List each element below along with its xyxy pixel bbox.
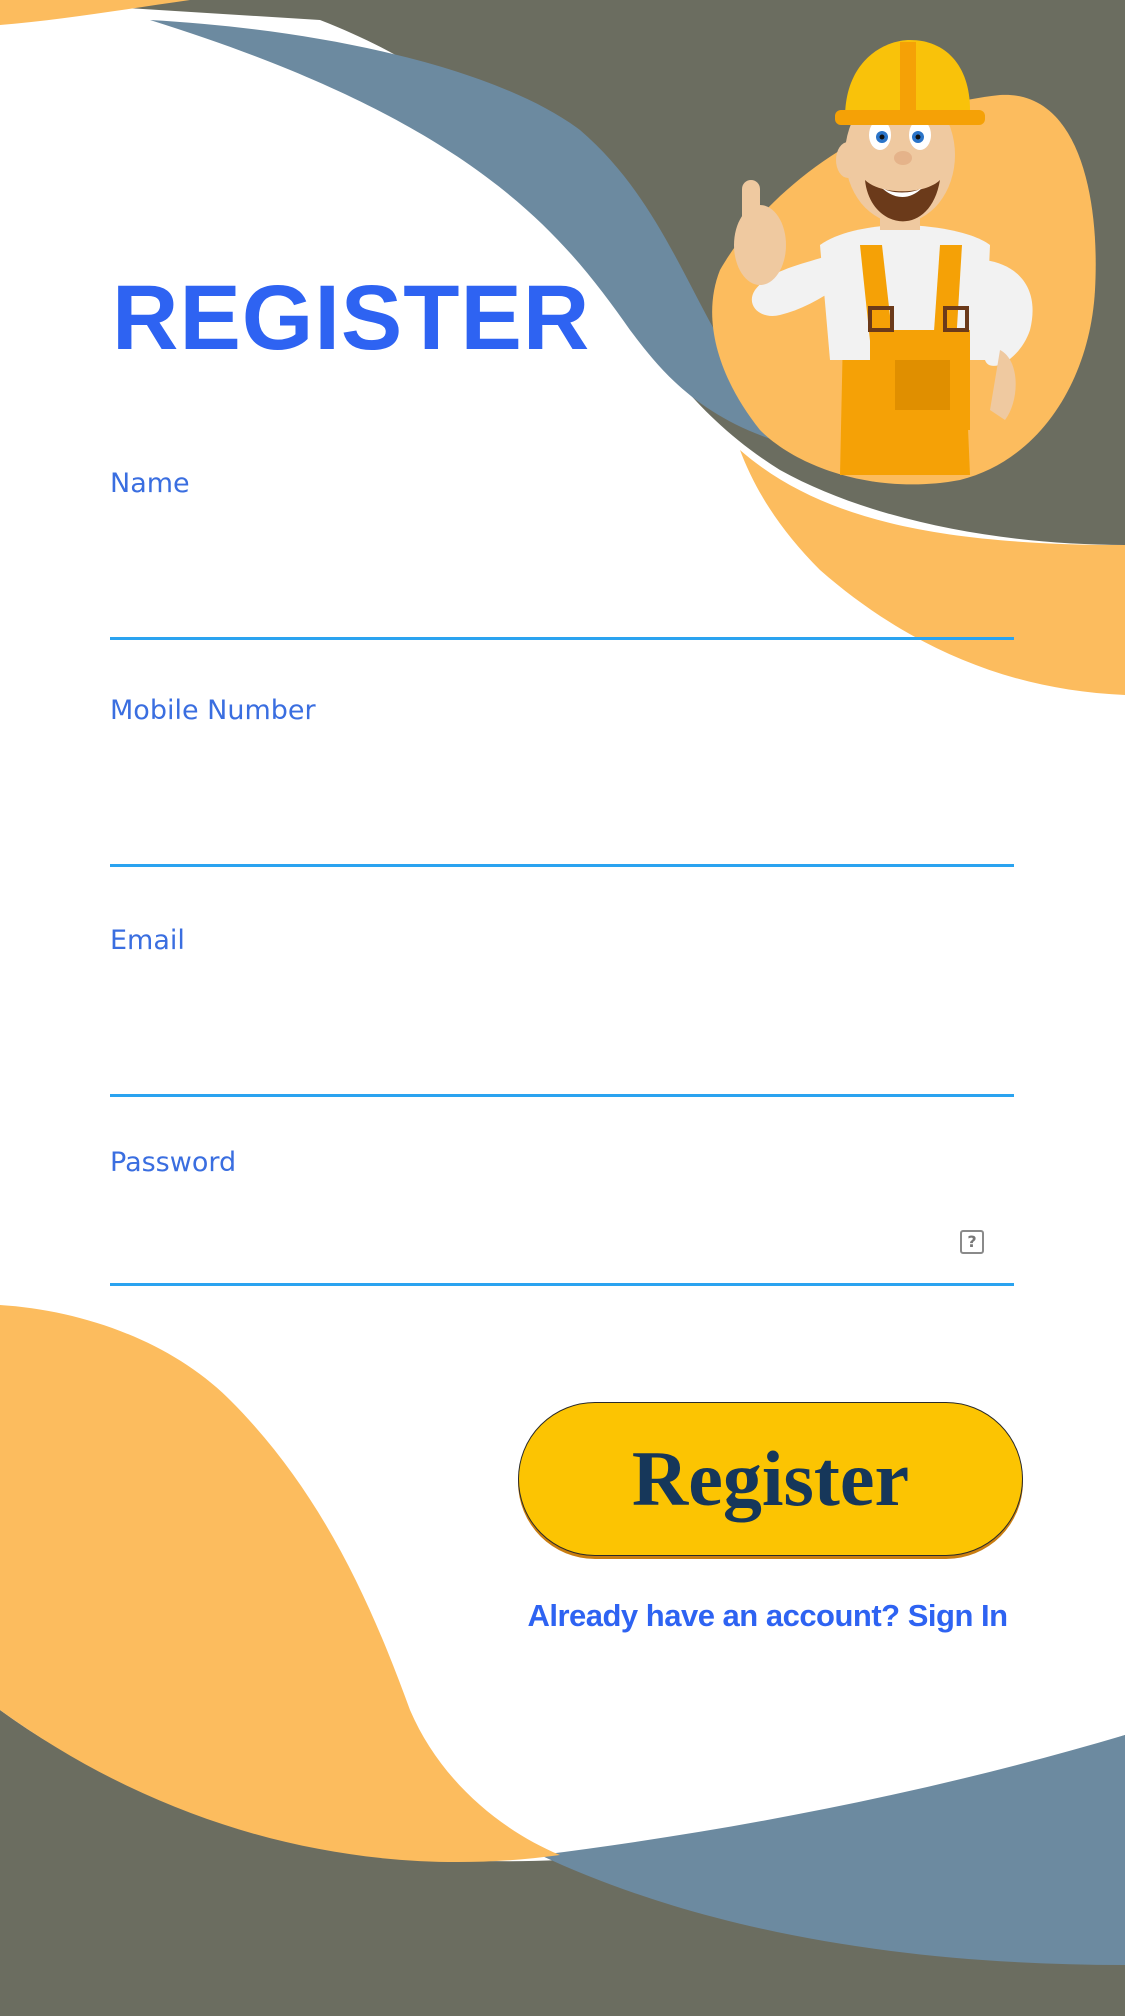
- email-field: Email: [110, 927, 1014, 1097]
- name-field: Name: [110, 470, 1014, 640]
- email-label: Email: [110, 925, 185, 956]
- mobile-label: Mobile Number: [110, 695, 316, 726]
- password-label: Password: [110, 1147, 237, 1178]
- help-icon[interactable]: ?: [960, 1230, 984, 1254]
- page-title: REGISTER: [112, 267, 591, 369]
- sign-in-link[interactable]: Already have an account? Sign In: [525, 1598, 1010, 1634]
- name-input[interactable]: [110, 570, 1014, 640]
- email-input[interactable]: [110, 1027, 1014, 1097]
- name-label: Name: [110, 468, 190, 499]
- register-button[interactable]: Register: [518, 1402, 1023, 1556]
- password-input[interactable]: [110, 1216, 1014, 1286]
- construction-worker-icon: [734, 40, 1033, 475]
- mobile-field: Mobile Number: [110, 697, 1014, 867]
- mobile-input[interactable]: [110, 797, 1014, 867]
- password-field: Password ?: [110, 1149, 1014, 1286]
